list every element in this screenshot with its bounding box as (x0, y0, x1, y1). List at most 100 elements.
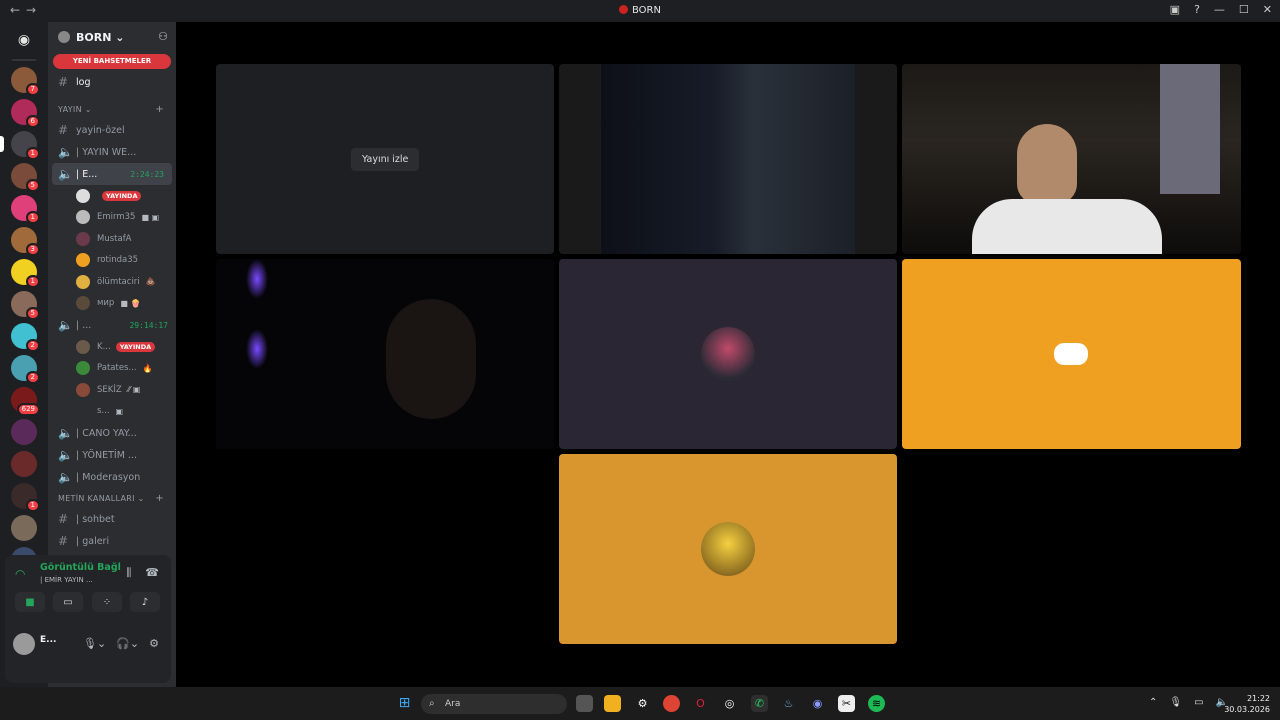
server-icon-14[interactable]: 1 (11, 483, 40, 512)
voice-channel-active[interactable]: 🔈 | E... 2:24:23 (52, 163, 172, 185)
add-channel-icon[interactable]: + (155, 493, 164, 504)
minimize-button[interactable]: — (1214, 3, 1225, 16)
whatsapp-icon[interactable]: ✆ (751, 695, 768, 712)
chevron-up-icon[interactable]: ⌃ (1149, 697, 1157, 708)
file-explorer-icon[interactable] (604, 695, 621, 712)
server-icon-7[interactable]: 1 (11, 259, 40, 288)
avatar-tile-minion[interactable] (559, 454, 897, 644)
taskbar-search[interactable]: ⌕ Ara (421, 694, 567, 714)
voice-channel-second[interactable]: 🔈 | ... 29:14:17 (48, 314, 176, 336)
help-icon[interactable]: ? (1194, 3, 1200, 16)
server-icon-6[interactable]: 3 (11, 227, 40, 256)
server-icon-11[interactable]: 629 (11, 387, 40, 416)
settings-gear-icon[interactable]: ⚙ (149, 637, 159, 650)
voice-channel-yonetim[interactable]: 🔈 | YÖNETİM ... (48, 444, 176, 466)
window-controls: ▣ ? — ☐ ✕ (1170, 3, 1272, 16)
video-feed (601, 64, 855, 254)
activities-button[interactable]: ⁘ (92, 592, 122, 612)
task-view-icon[interactable] (576, 695, 593, 712)
avatar (76, 404, 90, 419)
video-feed-person (386, 299, 476, 419)
server-icon-1[interactable]: 7 (11, 67, 40, 96)
microphone-icon[interactable]: 🎙⌄ (83, 637, 106, 650)
voice-user[interactable]: Emirm35 ■ ▣ (48, 207, 176, 229)
network-icon[interactable]: ▭ (1194, 697, 1203, 708)
video-tile-webcam-2[interactable] (216, 259, 554, 449)
microphone-icon[interactable]: 🎙 (1169, 697, 1182, 708)
voice-user[interactable]: мир ■ 🍿 (48, 293, 176, 315)
game-icon: ▣ (115, 406, 124, 416)
server-icon-5[interactable]: 1 (11, 195, 40, 224)
user-avatar (701, 522, 755, 576)
video-tile-webcam[interactable] (902, 64, 1241, 254)
avatar-tile-orange[interactable] (902, 259, 1241, 449)
mention-badge: 1 (25, 275, 40, 288)
mention-badge: 1 (25, 499, 40, 512)
voice-user[interactable]: s... ▣ (48, 401, 176, 423)
window-title: BORN (0, 5, 1280, 16)
system-tray: ⌃ 🎙 ▭ 🔈 (1149, 697, 1228, 708)
server-icon-13[interactable] (11, 451, 37, 477)
category-yayin[interactable]: YAYIN ⌄ + (48, 99, 176, 119)
windows-taskbar: ⊞ ⌕ Ara ⚙ O ◎ ✆ ♨ ◉ ✂ ≋ ⌃ 🎙 ▭ 🔈 21:22 30.0… (0, 687, 1280, 720)
noise-suppression-icon[interactable]: ⫼ (126, 566, 131, 580)
voice-user[interactable]: rotinda35 (48, 250, 176, 272)
selected-pill (0, 136, 4, 152)
discord-icon[interactable]: ◉ (809, 695, 826, 712)
steelseries-icon[interactable]: ⚙ (634, 695, 651, 712)
voice-user[interactable]: ölümtaciri 💩 (48, 271, 176, 293)
server-icon-born[interactable]: 1 (0, 131, 40, 160)
voice-user[interactable]: SEKİZ ⁄⁄ ▣ (48, 379, 176, 401)
voice-user[interactable]: MustafA (48, 228, 176, 250)
steam-icon[interactable]: ♨ (780, 695, 797, 712)
channel-yayin-ozel[interactable]: # yayin-özel (48, 119, 176, 141)
voice-channel-moderasyon[interactable]: 🔈 | Moderasyon (48, 466, 176, 488)
voice-channel-cano[interactable]: 🔈 | CANO YAY... (48, 422, 176, 444)
category-metin[interactable]: METİN KANALLARI ⌄ + (48, 488, 176, 508)
voice-user[interactable]: Patates... 🔥 (48, 358, 176, 380)
close-button[interactable]: ✕ (1263, 3, 1272, 16)
watch-stream-button[interactable]: Yayını izle (351, 148, 420, 171)
server-icon-10[interactable]: 2 (11, 355, 40, 384)
channel-galeri[interactable]: # | galeri (48, 530, 176, 552)
soundboard-button[interactable]: ♪ (130, 592, 160, 612)
server-icon-2[interactable]: 6 (11, 99, 40, 128)
maximize-button[interactable]: ☐ (1239, 3, 1249, 16)
new-mentions-bar[interactable]: YENİ BAHSETMELER (53, 54, 171, 69)
stream-tile-preview[interactable]: Yayını izle (216, 64, 554, 254)
headphones-icon[interactable]: 🎧⌄ (116, 637, 139, 650)
server-icon-15[interactable] (11, 515, 37, 541)
server-icon-8[interactable]: 5 (11, 291, 40, 320)
discord-home-icon[interactable]: ◉ (9, 25, 39, 55)
chrome-icon[interactable] (663, 695, 680, 712)
camera-button[interactable]: ■ (15, 592, 45, 612)
channel-sohbet[interactable]: # | sohbet (48, 508, 176, 530)
disconnect-icon[interactable]: ☎ (145, 566, 159, 580)
opera-icon[interactable]: O (692, 695, 709, 712)
voice-user[interactable]: YAYINDA (48, 185, 176, 207)
capcut-icon[interactable]: ✂ (838, 695, 855, 712)
server-icon-12[interactable] (11, 419, 37, 445)
server-header[interactable]: BORN ⌄ ⚇ (48, 22, 176, 52)
server-icon-9[interactable]: 2 (11, 323, 40, 352)
spotify-icon[interactable]: ≋ (868, 695, 885, 712)
start-icon[interactable]: ⊞ (396, 695, 413, 712)
add-channel-icon[interactable]: + (155, 104, 164, 115)
voice-channel-yayin-we[interactable]: 🔈 | YAYIN WE... (48, 141, 176, 163)
connected-channel[interactable]: | EMİR YAYIN ... (40, 576, 93, 584)
avatar (76, 382, 90, 397)
screen-share-button[interactable]: ▭ (53, 592, 83, 612)
connection-status[interactable]: Görüntülü Bağl (40, 562, 121, 573)
app-icon[interactable]: ◎ (721, 695, 738, 712)
clock[interactable]: 21:22 30.03.2026 (1224, 693, 1270, 715)
avatar[interactable] (13, 633, 35, 655)
channel-log[interactable]: # log (48, 71, 176, 93)
add-member-icon[interactable]: ⚇ (158, 30, 168, 43)
server-icon-4[interactable]: 5 (11, 163, 40, 192)
inbox-icon[interactable]: ▣ (1170, 3, 1180, 16)
signal-icon[interactable]: ◠ (15, 567, 25, 581)
username[interactable]: E... (40, 635, 56, 645)
avatar-tile-purple[interactable] (559, 259, 897, 449)
stream-tile-dark[interactable] (559, 64, 897, 254)
voice-user[interactable]: K... YAYINDA (48, 336, 176, 358)
